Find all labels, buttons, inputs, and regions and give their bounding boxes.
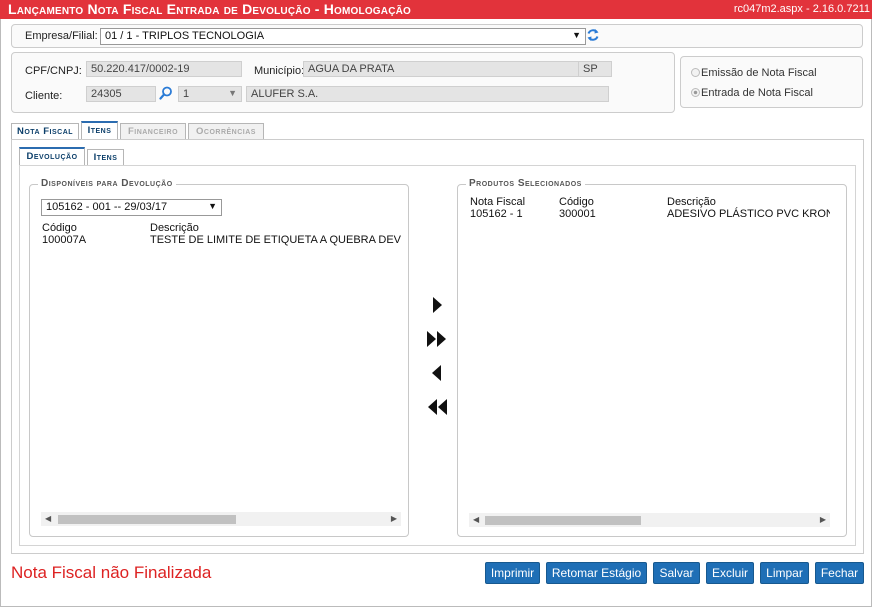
col-header-nota: Nota Fiscal [470,196,526,208]
col-header-descricao: Descrição [667,196,716,208]
disponiveis-legend: Disponíveis para Devolução [38,178,176,189]
scroll-left-icon[interactable]: ◀ [45,514,51,523]
horizontal-scrollbar[interactable]: ◀ ▶ [41,512,401,526]
selecionados-fieldset: Produtos Selecionados Nota Fiscal Código… [457,178,847,537]
fechar-button[interactable]: Fechar [815,562,864,584]
nota-select-value: 105162 - 001 -- 29/03/17 [46,201,168,213]
municipio-label: Município: [254,65,305,77]
subtab-devolucao[interactable]: Devolução [19,147,85,165]
col-header-codigo: Código [559,196,594,208]
search-icon[interactable] [159,86,173,100]
excluir-button[interactable]: Excluir [706,562,754,584]
radio-emissao[interactable]: Emissão de Nota Fiscal [691,67,817,79]
radio-dot-selected [691,88,700,97]
col-header-descricao: Descrição [150,222,199,234]
tab-ocorrencias[interactable]: Ocorrências [188,123,264,139]
radio-emissao-label: Emissão de Nota Fiscal [701,67,817,79]
radio-entrada-label: Entrada de Nota Fiscal [701,87,813,99]
scroll-right-icon[interactable]: ▶ [820,515,826,524]
subtab-itens[interactable]: Itens [87,149,124,165]
scroll-left-icon[interactable]: ◀ [473,515,479,524]
uf-field: SP [578,61,612,77]
item-descricao: TESTE DE LIMITE DE ETIQUETA A QUEBRA DEV… [150,234,401,246]
chevron-down-icon: ▼ [228,88,237,98]
selecionados-list[interactable]: Nota Fiscal Código Descrição 105162 - 1 … [469,195,830,527]
municipio-field: AGUA DA PRATA [303,61,584,77]
cliente-code-field: 24305 [86,86,156,102]
cliente-box: CPF/CNPJ: 50.220.417/0002-19 Município: … [11,52,675,113]
empresa-label: Empresa/Filial: [25,30,98,42]
list-item[interactable]: 100007A TESTE DE LIMITE DE ETIQUETA A QU… [41,234,401,247]
scroll-thumb[interactable] [58,515,236,524]
move-left-button[interactable] [425,363,449,383]
devolucao-panel: Disponíveis para Devolução 105162 - 001 … [19,165,856,546]
itens-panel: Devolução Itens Disponíveis para Devoluç… [11,139,864,554]
move-left-icon [432,365,441,381]
empresa-select[interactable]: 01 / 1 - TRIPLOS TECNOLOGIA ▼ [100,28,586,45]
cpf-label: CPF/CNPJ: [25,65,82,77]
move-all-left-icon [428,399,447,415]
salvar-button[interactable]: Salvar [653,562,700,584]
radio-dot [691,68,700,77]
horizontal-scrollbar[interactable]: ◀ ▶ [469,513,830,527]
retomar-estagio-button[interactable]: Retomar Estágio [546,562,647,584]
move-all-left-button[interactable] [425,397,449,417]
imprimir-button[interactable]: Imprimir [485,562,540,584]
chevron-down-icon: ▼ [208,201,217,211]
item-nota: 105162 - 1 [470,208,523,220]
version-label: rc047m2.aspx - 2.16.0.7211 [733,3,870,15]
status-text: Nota Fiscal não Finalizada [11,563,212,582]
tab-financeiro[interactable]: Financeiro [120,123,186,139]
item-codigo: 100007A [42,234,87,246]
list-item[interactable]: 105162 - 1 300001 ADESIVO PLÁSTICO PVC K… [469,208,830,221]
scroll-right-icon[interactable]: ▶ [391,514,397,523]
cliente-seq-value: 1 [183,88,190,100]
radio-entrada[interactable]: Entrada de Nota Fiscal [691,87,813,99]
tab-itens[interactable]: Itens [81,121,118,139]
item-descricao: ADESIVO PLÁSTICO PVC KRONA [667,208,830,220]
item-codigo: 300001 [559,208,596,220]
tab-nota-fiscal[interactable]: Nota Fiscal [11,123,79,139]
nota-select[interactable]: 105162 - 001 -- 29/03/17 ▼ [41,199,222,216]
disponiveis-list[interactable]: Código Descrição 100007A TESTE DE LIMITE… [41,221,401,527]
scroll-thumb[interactable] [485,516,641,525]
chevron-down-icon: ▼ [572,30,581,40]
move-right-button[interactable] [425,295,449,315]
refresh-icon[interactable] [586,27,600,43]
mode-box: Emissão de Nota Fiscal Entrada de Nota F… [680,56,863,108]
cliente-label: Cliente: [25,90,63,102]
move-right-icon [433,297,442,313]
col-header-codigo: Código [42,222,77,234]
empresa-select-value: 01 / 1 - TRIPLOS TECNOLOGIA [105,30,265,42]
selecionados-legend: Produtos Selecionados [466,178,585,189]
title-bar: Lançamento Nota Fiscal Entrada de Devolu… [0,0,872,19]
disponiveis-fieldset: Disponíveis para Devolução 105162 - 001 … [29,178,409,537]
cliente-name-field: ALUFER S.A. [246,86,609,102]
limpar-button[interactable]: Limpar [760,562,809,584]
cpf-field: 50.220.417/0002-19 [86,61,242,77]
empresa-box: Empresa/Filial: 01 / 1 - TRIPLOS TECNOLO… [11,24,863,48]
cliente-seq-select[interactable]: 1 ▼ [178,86,242,102]
move-all-right-icon [427,331,446,347]
window-title: Lançamento Nota Fiscal Entrada de Devolu… [8,1,412,17]
move-all-right-button[interactable] [425,329,449,349]
